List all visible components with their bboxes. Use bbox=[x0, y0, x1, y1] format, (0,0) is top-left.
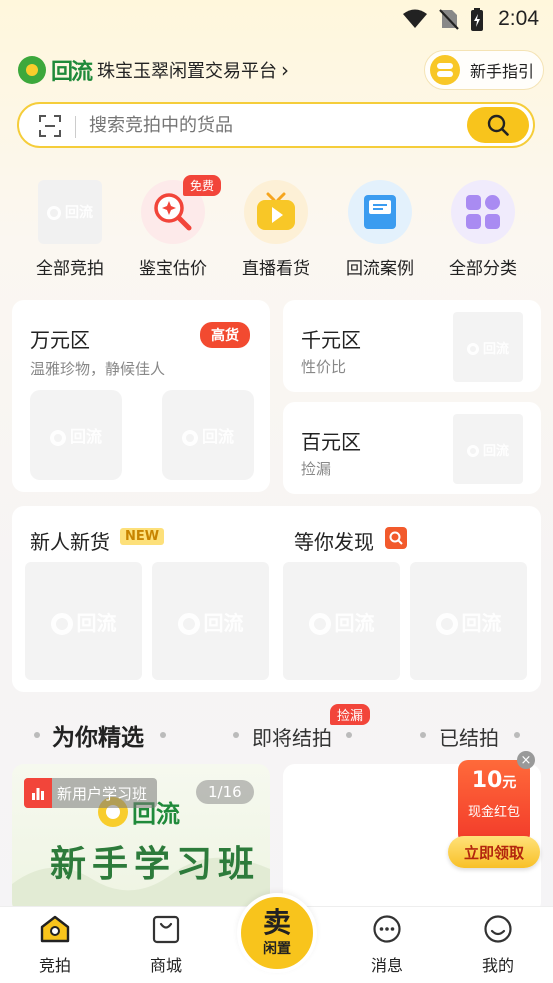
category-label: 全部竞拍 bbox=[36, 259, 104, 279]
nav-label: 商城 bbox=[149, 956, 182, 975]
tab-dot bbox=[514, 732, 520, 738]
grid-categories-icon bbox=[451, 180, 515, 244]
discover-title[interactable]: 等你发现 bbox=[294, 526, 374, 555]
product-thumbnail[interactable]: 回流 bbox=[453, 414, 523, 484]
hot-goods-badge: 高货 bbox=[200, 322, 250, 348]
course-title: 新手学习班 bbox=[50, 843, 261, 885]
search-icon bbox=[487, 114, 509, 136]
tab-dot bbox=[346, 732, 352, 738]
discover-search-icon bbox=[385, 527, 407, 549]
nav-label: 我的 bbox=[481, 956, 514, 975]
page-counter: 1/16 bbox=[196, 780, 254, 804]
category-label: 直播看货 bbox=[242, 259, 310, 279]
platform-name: 珠宝玉翠闲置交易平台 bbox=[97, 61, 278, 82]
category-label: 回流案例 bbox=[346, 259, 414, 279]
category-label: 鉴宝估价 bbox=[139, 259, 207, 279]
zone-subtitle: 捡漏 bbox=[301, 460, 332, 478]
nav-label: 消息 bbox=[370, 956, 403, 975]
free-badge: 免费 bbox=[183, 175, 222, 196]
zone-title: 千元区 bbox=[301, 328, 361, 352]
sell-idle-button[interactable]: 卖 闲置 bbox=[237, 893, 317, 973]
new-goods-section: 新人新货 NEW 等你发现 回流 回流 回流 回流 bbox=[12, 506, 541, 692]
chat-bubble-icon bbox=[352, 912, 422, 946]
tab-dot bbox=[420, 732, 426, 738]
guide-book-icon bbox=[430, 55, 460, 85]
guide-label: 新手指引 bbox=[470, 62, 535, 81]
bargain-badge: 捡漏 bbox=[330, 704, 371, 725]
nav-messages[interactable]: 消息 bbox=[352, 912, 422, 976]
search-bar[interactable] bbox=[17, 102, 535, 148]
brand-mark: 回流 bbox=[51, 60, 93, 85]
tab-dot bbox=[160, 732, 166, 738]
shopping-bag-icon bbox=[131, 912, 201, 946]
zone-title: 万元区 bbox=[30, 328, 90, 352]
nav-profile[interactable]: 我的 bbox=[463, 912, 533, 976]
scan-icon[interactable] bbox=[39, 115, 61, 137]
new-goods-title[interactable]: 新人新货 bbox=[30, 526, 110, 555]
search-input[interactable] bbox=[89, 115, 459, 136]
tab-ended[interactable]: 已结拍 bbox=[439, 722, 499, 751]
beginner-guide-button[interactable]: 新手指引 bbox=[424, 50, 544, 90]
status-time: 2:04 bbox=[498, 7, 539, 30]
red-packet-desc: 现金红包 bbox=[467, 805, 520, 820]
image-placeholder-icon: 回流 bbox=[38, 180, 102, 244]
zone-card-bai[interactable]: 百元区 捡漏 回流 bbox=[283, 402, 541, 494]
product-thumbnail[interactable]: 回流 bbox=[152, 562, 269, 680]
zone-card-qian[interactable]: 千元区 性价比 回流 bbox=[283, 300, 541, 392]
category-all-categories[interactable]: 全部分类 bbox=[443, 180, 523, 279]
nav-mall[interactable]: 商城 bbox=[131, 912, 201, 976]
tab-ending-soon[interactable]: 即将结拍 bbox=[252, 722, 332, 751]
product-thumbnail[interactable]: 回流 bbox=[453, 312, 523, 382]
brand-header[interactable]: 回流 珠宝玉翠闲置交易平台 › bbox=[18, 52, 289, 88]
product-thumbnail[interactable]: 回流 bbox=[162, 390, 254, 480]
smiley-profile-icon bbox=[463, 912, 533, 946]
product-thumbnail[interactable]: 回流 bbox=[283, 562, 400, 680]
product-thumbnail[interactable]: 回流 bbox=[30, 390, 122, 480]
sell-sub-label: 闲置 bbox=[263, 941, 291, 957]
no-sim-icon bbox=[439, 9, 459, 30]
category-label: 全部分类 bbox=[449, 259, 517, 279]
zone-title: 百元区 bbox=[301, 430, 361, 454]
close-icon[interactable]: × bbox=[517, 751, 535, 769]
red-packet-card[interactable]: 10元 现金红包 bbox=[458, 760, 530, 844]
product-thumbnail[interactable]: 回流 bbox=[410, 562, 527, 680]
case-folder-icon bbox=[348, 180, 412, 244]
zone-subtitle: 温雅珍物，静候佳人 bbox=[30, 360, 166, 378]
tab-dot bbox=[233, 732, 239, 738]
status-bar: 2:04 bbox=[0, 0, 553, 38]
chevron-right-icon: › bbox=[281, 58, 290, 82]
zone-subtitle: 性价比 bbox=[301, 358, 347, 376]
sell-main-label: 卖 bbox=[262, 906, 291, 939]
battery-charging-icon bbox=[471, 8, 483, 31]
search-divider bbox=[75, 116, 76, 138]
wifi-icon bbox=[403, 9, 427, 28]
course-tag-label: 新用户学习班 bbox=[57, 784, 148, 803]
zone-card-wan[interactable]: 万元区 高货 温雅珍物，静候佳人 回流 回流 bbox=[12, 300, 270, 492]
category-live[interactable]: 直播看货 bbox=[236, 180, 316, 279]
search-button[interactable] bbox=[467, 107, 529, 143]
tab-recommended[interactable]: 为你精选 bbox=[52, 718, 144, 752]
nav-auction[interactable]: 竞拍 bbox=[20, 912, 90, 976]
new-badge: NEW bbox=[120, 528, 165, 545]
claim-now-button[interactable]: 立即领取 bbox=[448, 836, 540, 868]
course-tag: 新用户学习班 bbox=[24, 778, 158, 808]
product-thumbnail[interactable]: 回流 bbox=[25, 562, 142, 680]
tab-dot bbox=[34, 732, 40, 738]
category-cases[interactable]: 回流案例 bbox=[340, 180, 420, 279]
category-all-auctions[interactable]: 回流 全部竞拍 bbox=[30, 180, 110, 279]
bar-chart-icon bbox=[24, 778, 52, 808]
red-packet-amount: 10元 bbox=[471, 768, 517, 793]
brand-logo-icon bbox=[18, 56, 46, 84]
nav-label: 竞拍 bbox=[38, 956, 71, 975]
tv-play-icon bbox=[244, 180, 308, 244]
home-icon bbox=[20, 912, 90, 946]
